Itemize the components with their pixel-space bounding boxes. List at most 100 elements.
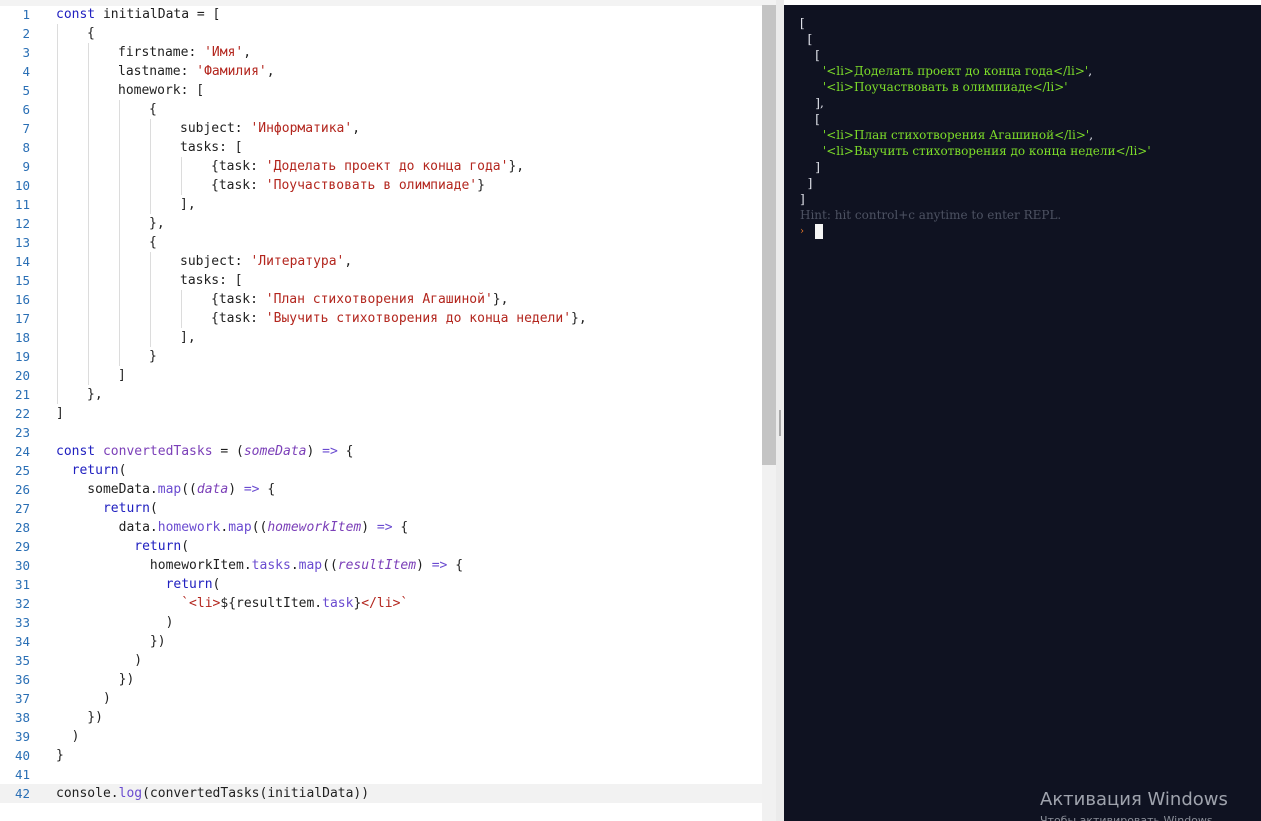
- code-text: homeworkItem.tasks.map((resultItem) => {: [56, 556, 463, 575]
- code-token: map: [157, 482, 182, 497]
- code-token: homeworkItem.: [56, 558, 252, 573]
- code-token: 'Имя': [204, 45, 244, 60]
- code-line[interactable]: 31 return(: [0, 575, 762, 594]
- code-token: ]: [118, 368, 126, 383]
- code-line[interactable]: 11],: [0, 195, 762, 214]
- console-token: '<li>Доделать проект до конца года</li>': [822, 64, 1089, 78]
- code-line[interactable]: 34 }): [0, 632, 762, 651]
- line-number: 41: [14, 767, 30, 782]
- code-line[interactable]: 15 tasks: [: [0, 271, 762, 290]
- code-line[interactable]: 36 }): [0, 670, 762, 689]
- indent-guide: [150, 271, 151, 290]
- line-number: 39: [14, 729, 30, 744]
- code-line[interactable]: 10 {task: 'Поучаствовать в олимпиаде'}: [0, 176, 762, 195]
- code-token: {: [392, 520, 409, 535]
- code-token: tasks: [: [180, 140, 243, 155]
- code-editor[interactable]: 1 const initialData = [2{3 firstname: 'Имя…: [0, 0, 776, 821]
- console-panel[interactable]: [ [ [ '<li>Доделать проект до конца года…: [784, 5, 1261, 821]
- code-line[interactable]: 23: [0, 423, 762, 442]
- line-number: 1: [22, 7, 30, 22]
- code-token: },: [508, 159, 525, 174]
- code-line[interactable]: 14 subject: 'Литература',: [0, 252, 762, 271]
- indent-guide: [119, 290, 120, 309]
- code-token: ,: [352, 121, 361, 136]
- code-line[interactable]: 19}: [0, 347, 762, 366]
- indent-guide: [57, 328, 58, 347]
- indent-guide: [57, 119, 58, 138]
- code-line[interactable]: 28 data.homework.map((homeworkItem) => {: [0, 518, 762, 537]
- code-token: initialData = [: [102, 7, 221, 22]
- indent-guide: [57, 81, 58, 100]
- console-prompt[interactable]: ›: [800, 224, 823, 240]
- console-token: [: [800, 48, 820, 62]
- code-line[interactable]: 17 {task: 'Выучить стихотворения до конца…: [0, 309, 762, 328]
- code-line[interactable]: 41: [0, 765, 762, 784]
- code-token: log: [118, 786, 143, 801]
- indent-guide: [181, 176, 182, 195]
- editor-scrollbar[interactable]: [762, 5, 776, 821]
- code-text: ]: [118, 366, 126, 385]
- code-token: ]: [56, 406, 64, 421]
- code-token: =>: [322, 444, 338, 459]
- code-text: firstname: 'Имя',: [118, 43, 251, 62]
- code-line[interactable]: 13 {: [0, 233, 762, 252]
- code-line[interactable]: 33 ): [0, 613, 762, 632]
- code-token: const: [56, 7, 103, 22]
- code-token: },: [87, 387, 103, 402]
- code-token: subject:: [180, 254, 251, 269]
- resize-grip-icon[interactable]: [779, 410, 781, 436]
- code-line[interactable]: 35 ): [0, 651, 762, 670]
- indent-guide: [57, 233, 58, 252]
- editor-scrollbar-thumb[interactable]: [762, 5, 776, 465]
- code-line[interactable]: 2{: [0, 24, 762, 43]
- line-number: 20: [14, 368, 30, 383]
- console-line: [: [800, 15, 1151, 31]
- code-token: ,: [266, 64, 275, 79]
- code-token: lastname:: [118, 64, 197, 79]
- console-hint: Hint: hit control+c anytime to enter REP…: [800, 208, 1062, 222]
- code-line[interactable]: 26 someData.map((data) => {: [0, 480, 762, 499]
- line-number: 42: [14, 786, 30, 801]
- code-text: {task: 'План стихотворения Агашиной'},: [211, 290, 508, 309]
- code-line[interactable]: 30 homeworkItem.tasks.map((resultItem) =…: [0, 556, 762, 575]
- code-line[interactable]: 21},: [0, 385, 762, 404]
- code-line[interactable]: 4 lastname: 'Фамилия',: [0, 62, 762, 81]
- code-line[interactable]: 1 const initialData = [: [0, 5, 762, 24]
- code-line[interactable]: 29 return(: [0, 537, 762, 556]
- code-line[interactable]: 16 {task: 'План стихотворения Агашиной'},: [0, 290, 762, 309]
- pane-divider[interactable]: [776, 0, 784, 821]
- code-line[interactable]: 40}: [0, 746, 762, 765]
- code-line[interactable]: 9 {task: 'Доделать проект до конца года'}…: [0, 157, 762, 176]
- code-line[interactable]: 32 `<li>${resultItem.task}</li>`: [0, 594, 762, 613]
- code-line[interactable]: 6{: [0, 100, 762, 119]
- code-line[interactable]: 39 ): [0, 727, 762, 746]
- console-token: ,: [1088, 64, 1093, 78]
- code-line[interactable]: 37 ): [0, 689, 762, 708]
- code-line[interactable]: 42 console.log(convertedTasks(initialData…: [0, 784, 762, 803]
- code-token: }: [149, 349, 157, 364]
- console-line: '<li>Выучить стихотворения до конца неде…: [800, 143, 1151, 159]
- line-number: 2: [22, 26, 30, 41]
- code-line[interactable]: 20]: [0, 366, 762, 385]
- code-line[interactable]: 22]: [0, 404, 762, 423]
- code-token: 'План стихотворения Агашиной': [265, 292, 493, 307]
- line-number: 30: [14, 558, 30, 573]
- code-line[interactable]: 18],: [0, 328, 762, 347]
- code-line[interactable]: 7 subject: 'Информатика',: [0, 119, 762, 138]
- code-line[interactable]: 5 homework: [: [0, 81, 762, 100]
- code-line[interactable]: 8 tasks: [: [0, 138, 762, 157]
- code-line[interactable]: 38 }): [0, 708, 762, 727]
- indent-guide: [88, 195, 89, 214]
- code-line[interactable]: 24 const convertedTasks = (someData) => {: [0, 442, 762, 461]
- code-text: ): [56, 689, 111, 708]
- code-line[interactable]: 25 return(: [0, 461, 762, 480]
- code-lines[interactable]: 1 const initialData = [2{3 firstname: 'Имя…: [0, 5, 762, 803]
- code-line[interactable]: 27 return(: [0, 499, 762, 518]
- line-number: 18: [14, 330, 30, 345]
- code-line[interactable]: 3 firstname: 'Имя',: [0, 43, 762, 62]
- code-line[interactable]: 12},: [0, 214, 762, 233]
- console-line: [: [800, 47, 1151, 63]
- code-token: ${resultItem.: [220, 596, 323, 611]
- code-token: {: [337, 444, 354, 459]
